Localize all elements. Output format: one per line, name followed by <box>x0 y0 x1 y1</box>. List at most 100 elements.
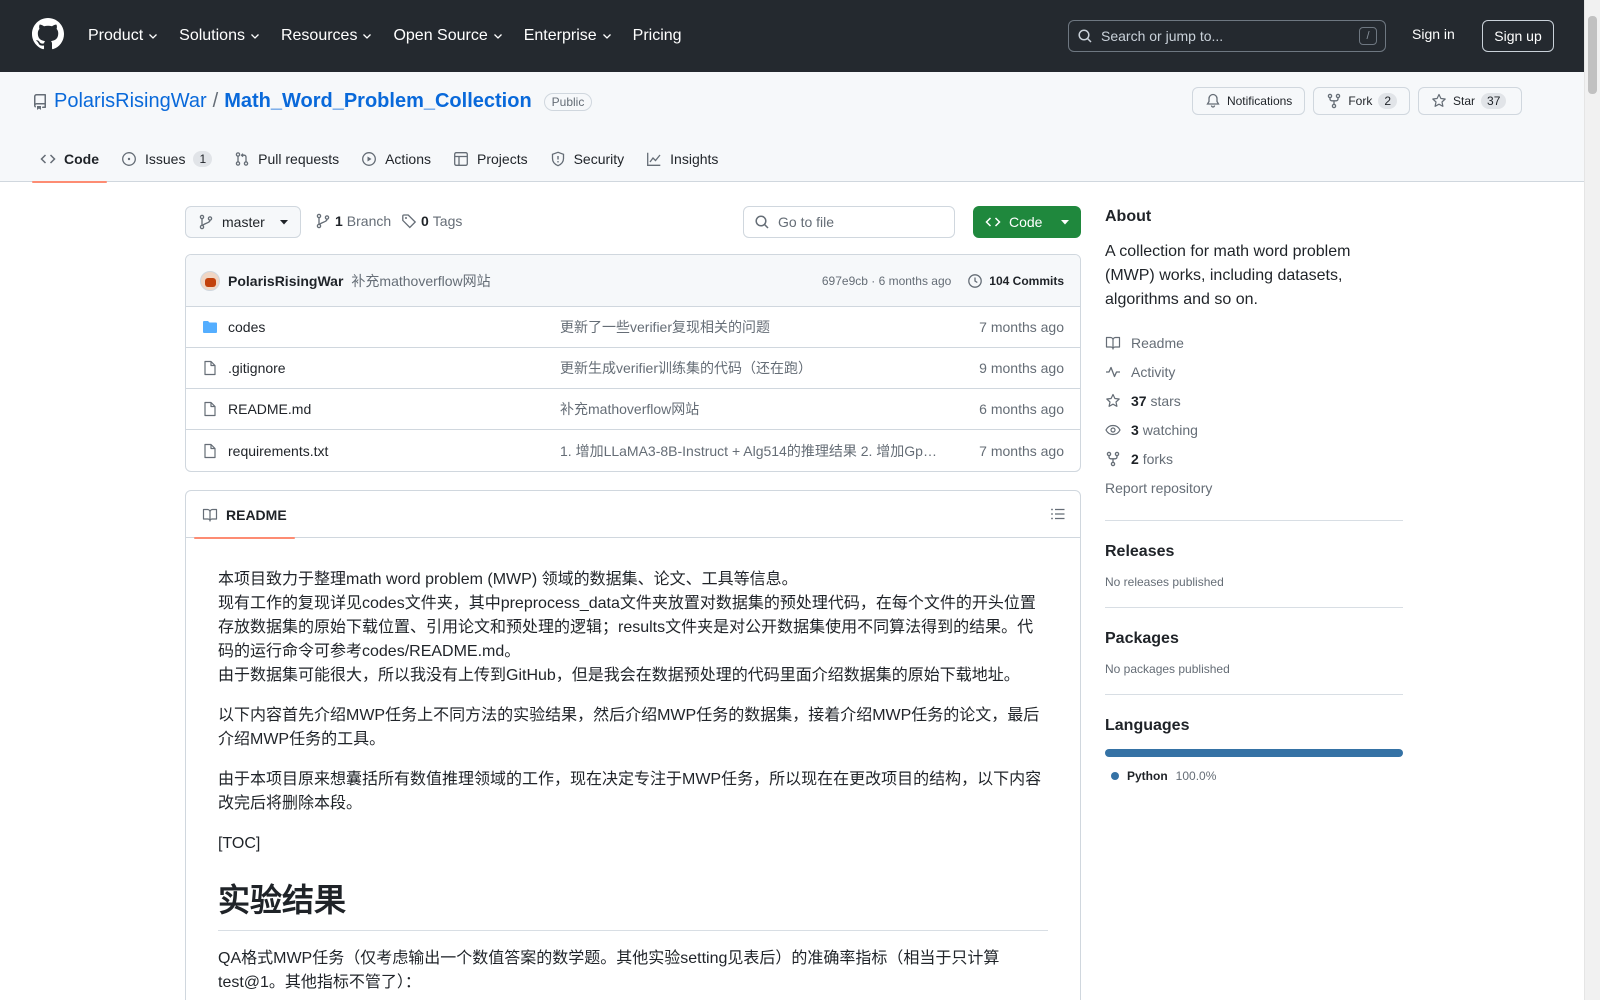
github-logo-icon[interactable] <box>32 18 64 50</box>
tab-insights[interactable]: Insights <box>638 135 732 182</box>
issues-count: 1 <box>193 150 213 167</box>
go-to-file-placeholder: Go to file <box>778 214 835 230</box>
sign-up-button[interactable]: Sign up <box>1482 20 1554 52</box>
stars-link[interactable]: 37 stars <box>1105 386 1403 415</box>
readme-paragraph: 本项目致力于整理math word problem (MWP) 领域的数据集、论… <box>218 571 1036 684</box>
repository-header: PolarisRisingWar / Math_Word_Problem_Col… <box>0 72 1584 183</box>
eye-icon <box>1105 424 1121 435</box>
commits-link[interactable]: 104 Commits <box>967 273 1064 289</box>
scrollbar-thumb[interactable] <box>1588 16 1597 94</box>
tab-code[interactable]: Code <box>32 135 113 183</box>
branch-icon <box>199 214 213 230</box>
file-commit-message[interactable]: 补充mathoverflow网站 <box>560 399 940 419</box>
readme-tab[interactable]: README <box>194 491 295 539</box>
file-browser: PolarisRisingWar 补充mathoverflow网站 697e9c… <box>185 254 1081 472</box>
visibility-badge: Public <box>543 92 593 111</box>
file-commit-message[interactable]: 更新生成verifier训练集的代码（还在跑） <box>560 358 940 378</box>
nav-open-source[interactable]: Open Source <box>393 27 503 45</box>
packages-section: Packages No packages published <box>1105 607 1403 676</box>
nav-pricing[interactable]: Pricing <box>633 27 682 45</box>
search-shortcut-key: / <box>1359 27 1377 45</box>
file-name[interactable]: .gitignore <box>228 360 558 376</box>
page-scrollbar[interactable] <box>1584 0 1600 1000</box>
languages-title: Languages <box>1105 717 1190 734</box>
notifications-button[interactable]: Notifications <box>1191 87 1306 115</box>
go-to-file-input[interactable]: Go to file <box>743 206 955 238</box>
chevron-down-icon <box>363 34 372 39</box>
latest-commit-bar: PolarisRisingWar 补充mathoverflow网站 697e9c… <box>186 255 1080 307</box>
readme-header: README <box>186 491 1080 539</box>
repo-tabs: Code Issues 1 Pull requests Actions Proj… <box>32 135 732 183</box>
file-row[interactable]: .gitignore 更新生成verifier训练集的代码（还在跑） 9 mon… <box>186 348 1080 389</box>
readme-paragraph: QA格式MWP任务（仅考虑输出一个数值答案的数学题。其他实验setting见表后… <box>218 950 1000 991</box>
book-icon <box>1105 336 1121 350</box>
caret-down-icon <box>1061 220 1069 225</box>
pulse-icon <box>1106 366 1120 377</box>
readme-heading: 实验结果 <box>218 880 1048 931</box>
global-search-input[interactable]: Search or jump to... / <box>1068 20 1386 52</box>
branch-name: master <box>222 214 265 230</box>
table-icon <box>454 151 468 166</box>
sign-in-link[interactable]: Sign in <box>1412 26 1455 42</box>
file-row[interactable]: README.md 补充mathoverflow网站 6 months ago <box>186 389 1080 430</box>
list-outline-icon[interactable] <box>1050 506 1066 522</box>
chevron-down-icon <box>251 34 259 39</box>
tab-issues[interactable]: Issues 1 <box>113 135 226 182</box>
code-icon <box>40 153 56 164</box>
global-header: Product Solutions Resources Open Source … <box>0 0 1600 72</box>
about-description: A collection for math word problem (MWP)… <box>1105 243 1351 308</box>
branch-selector[interactable]: master <box>185 206 301 238</box>
commit-message[interactable]: 补充mathoverflow网站 <box>351 271 490 291</box>
nav-solutions[interactable]: Solutions <box>179 27 261 45</box>
releases-title[interactable]: Releases <box>1105 543 1403 561</box>
repo-owner-link[interactable]: PolarisRisingWar <box>54 90 207 113</box>
tab-security[interactable]: Security <box>542 135 639 182</box>
repo-icon <box>33 93 46 110</box>
report-repository-link[interactable]: Report repository <box>1105 473 1403 502</box>
file-toolbar: master 1 Branch 0 Tags Go to file Code <box>185 206 1081 240</box>
star-icon <box>1432 93 1446 107</box>
file-updated-time: 9 months ago <box>979 360 1064 376</box>
readme-link[interactable]: Readme <box>1105 328 1403 357</box>
readme-paragraph: 以下内容首先介绍MWP任务上不同方法的实验结果，然后介绍MWP任务的数据集，接着… <box>218 707 1040 748</box>
language-item[interactable]: Python 100.0% <box>1105 769 1403 783</box>
repo-title: PolarisRisingWar / Math_Word_Problem_Col… <box>32 90 593 113</box>
nav-product[interactable]: Product <box>88 27 159 45</box>
activity-link[interactable]: Activity <box>1105 357 1403 386</box>
repo-actions: Notifications Fork 2 Star 37 <box>1191 87 1522 115</box>
language-bar <box>1105 749 1403 757</box>
file-name[interactable]: codes <box>228 319 558 335</box>
file-name[interactable]: requirements.txt <box>228 443 558 459</box>
star-button[interactable]: Star 37 <box>1418 87 1522 115</box>
history-icon <box>968 273 983 288</box>
author-avatar[interactable] <box>200 270 220 291</box>
commit-hash-time[interactable]: 697e9cb · 6 months ago <box>822 274 951 288</box>
repo-name-link[interactable]: Math_Word_Problem_Collection <box>224 90 531 113</box>
tags-link[interactable]: 0 Tags <box>401 213 462 229</box>
readme-paragraph: 由于本项目原来想囊括所有数值推理领域的工作，现在决定专注于MWP任务，所以现在在… <box>218 771 1042 812</box>
nav-resources[interactable]: Resources <box>281 27 373 45</box>
fork-button[interactable]: Fork 2 <box>1313 87 1410 115</box>
code-dropdown-button[interactable]: Code <box>973 206 1081 238</box>
languages-section: Languages Python 100.0% <box>1105 694 1403 783</box>
file-row[interactable]: codes 更新了一些verifier复现相关的问题 7 months ago <box>186 307 1080 348</box>
forks-link[interactable]: 2 forks <box>1105 444 1403 473</box>
file-icon <box>204 401 216 417</box>
packages-title[interactable]: Packages <box>1105 630 1403 648</box>
file-commit-message[interactable]: 更新了一些verifier复现相关的问题 <box>560 317 940 337</box>
fork-icon <box>1106 451 1120 466</box>
file-name[interactable]: README.md <box>228 401 558 417</box>
file-commit-message[interactable]: 1. 增加LLaMA3-8B-Instruct + Alg514的推理结果 2.… <box>560 441 940 461</box>
nav-enterprise[interactable]: Enterprise <box>524 27 613 45</box>
top-navigation: Product Solutions Resources Open Source … <box>88 0 682 72</box>
watching-link[interactable]: 3 watching <box>1105 415 1403 444</box>
fork-count: 2 <box>1378 93 1397 109</box>
commit-author[interactable]: PolarisRisingWar <box>228 273 343 289</box>
tab-projects[interactable]: Projects <box>445 135 542 182</box>
tab-pull-requests[interactable]: Pull requests <box>226 135 353 182</box>
graph-icon <box>647 152 661 166</box>
file-row[interactable]: requirements.txt 1. 增加LLaMA3-8B-Instruct… <box>186 430 1080 471</box>
branches-link[interactable]: 1 Branch <box>315 213 391 229</box>
tab-actions[interactable]: Actions <box>353 135 445 182</box>
folder-icon <box>203 321 217 333</box>
